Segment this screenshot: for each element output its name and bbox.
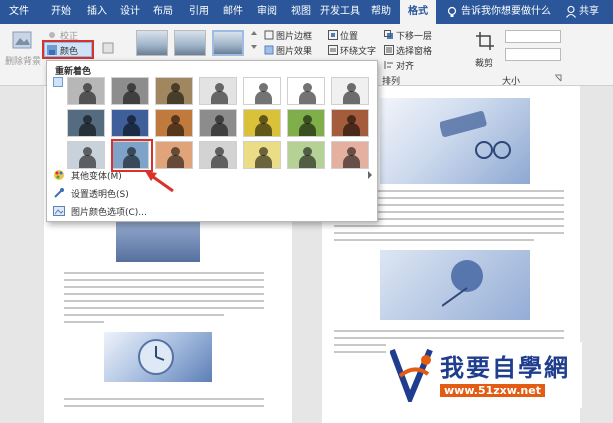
person-icon [566,6,576,18]
recolor-swatch[interactable] [331,109,369,137]
recolor-swatch[interactable] [67,77,105,105]
align-icon [384,61,393,69]
site-logo-icon [390,348,433,402]
more-variants-item[interactable]: 其他变体(M) [47,167,377,183]
picture-effects-button[interactable]: 图片效果 [262,42,322,57]
send-backward-icon [384,30,393,39]
tab-mailings[interactable]: 邮件 [218,0,248,24]
wrap-text-icon [328,45,338,55]
crop-button[interactable]: 裁剪 [470,27,500,71]
picture-color-options-item[interactable]: 图片颜色选项(C)... [47,203,377,219]
picture-options-icon [53,206,65,216]
picture-border-button[interactable]: 图片边框 [262,27,322,42]
recolor-swatch[interactable] [199,77,237,105]
wrap-text-button[interactable]: 环绕文字 [326,42,377,57]
tell-me-search[interactable]: 告诉我你想要做什么 [461,0,551,24]
picture-effects-label: 图片效果 [276,47,313,57]
position-icon [328,30,338,40]
selection-pane-label: 选择窗格 [396,47,433,57]
desk-items-icon [440,110,511,159]
set-transparent-label: 设置透明色(S) [71,190,129,200]
tab-layout[interactable]: 布局 [148,0,178,24]
recolor-swatch[interactable] [155,77,193,105]
recolor-heading: 重新着色 [55,67,92,77]
tab-design[interactable]: 设计 [115,0,145,24]
tab-view[interactable]: 视图 [286,0,316,24]
recolor-section-icon [53,77,63,87]
recolor-swatch[interactable] [155,109,193,137]
right-page-photo-desk [380,98,530,184]
tab-help[interactable]: 帮助 [366,0,396,24]
watermark-url: www.51zxw.net [440,384,545,397]
correct-button[interactable]: 校正 [44,27,92,42]
send-backward-button[interactable]: 下移一层 [382,27,442,42]
remove-background-icon [12,31,32,49]
crop-label: 裁剪 [475,59,494,69]
tab-insert[interactable]: 插入 [82,0,112,24]
recolor-swatch[interactable] [155,141,193,169]
picture-style-2[interactable] [174,30,206,56]
recolor-swatch[interactable] [243,141,281,169]
width-input[interactable] [505,48,561,61]
sun-icon [49,32,55,38]
lightbulb-icon [447,6,457,17]
selection-pane-icon [384,45,394,55]
clock-icon [138,339,174,375]
styles-scroll-icon[interactable] [250,30,258,56]
recolor-swatch[interactable] [243,109,281,137]
position-label: 位置 [340,32,359,42]
align-label: 对齐 [396,62,415,72]
color-dropdown: 重新着色 其他变体(M) 设置透明色(S) 图片颜色选项(C)... [46,60,378,222]
crop-icon [476,32,494,50]
picture-border-label: 图片边框 [276,32,313,42]
eyedropper-icon [54,188,64,198]
recolor-swatch[interactable] [199,141,237,169]
recolor-swatch[interactable] [287,141,325,169]
border-icon [264,30,274,40]
recolor-swatch[interactable] [243,77,281,105]
right-page-photo-flower [380,250,530,320]
set-transparent-item[interactable]: 设置透明色(S) [47,185,377,201]
align-button[interactable]: 对齐 [382,57,442,72]
recolor-swatch[interactable] [287,77,325,105]
recolor-swatch[interactable] [199,109,237,137]
recolor-swatch[interactable] [67,109,105,137]
submenu-arrow-icon [368,171,372,179]
share-button[interactable]: 共享 [579,0,599,24]
picture-color-options-label: 图片颜色选项(C)... [71,208,147,218]
wrap-text-label: 环绕文字 [340,47,377,57]
remove-background-label: 删除背景 [5,57,42,67]
recolor-swatch[interactable] [331,141,369,169]
compress-icon[interactable] [102,42,116,54]
recolor-swatch[interactable] [331,77,369,105]
size-dialog-launcher-icon[interactable] [554,74,562,82]
recolor-swatch[interactable] [67,141,105,169]
picture-style-1[interactable] [136,30,168,56]
flower-icon [442,260,483,307]
recolor-swatch[interactable] [111,77,149,105]
watermark-title: 我要自學網 [440,354,570,382]
send-backward-label: 下移一层 [396,32,433,42]
selection-pane-button[interactable]: 选择窗格 [382,42,442,57]
menubar: 文件 开始 插入 设计 布局 引用 邮件 审阅 视图 开发工具 帮助 格式 告诉… [0,0,613,24]
tab-file[interactable]: 文件 [4,0,34,24]
recolor-swatch[interactable] [287,109,325,137]
tab-developer[interactable]: 开发工具 [318,0,362,24]
tab-references[interactable]: 引用 [184,0,214,24]
remove-background-button[interactable]: 删除背景 [4,27,42,67]
tab-review[interactable]: 审阅 [252,0,282,24]
height-input[interactable] [505,30,561,43]
tab-home[interactable]: 开始 [46,0,76,24]
tab-format[interactable]: 格式 [400,0,436,24]
watermark-logo: 我要自學網 www.51zxw.net [386,342,582,408]
more-variants-label: 其他变体(M) [71,172,122,182]
left-page-photo-clock [104,332,212,382]
recolor-swatch[interactable] [111,109,149,137]
effects-icon [264,45,274,55]
position-button[interactable]: 位置 [326,27,376,42]
picture-style-3[interactable] [212,30,244,56]
palette-icon [54,170,64,180]
color-button-highlight [42,40,94,59]
